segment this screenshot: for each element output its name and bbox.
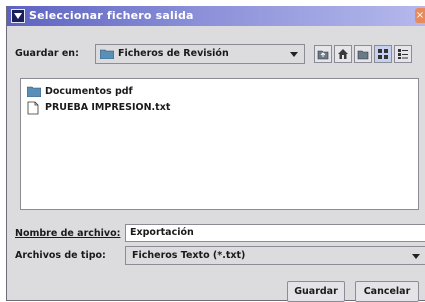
save-button[interactable]: Guardar bbox=[287, 281, 345, 302]
file-type-combo[interactable]: Ficheros Texto (*.txt) bbox=[125, 246, 425, 265]
file-name-label: Nombre de archivo: bbox=[15, 228, 120, 239]
up-folder-icon bbox=[317, 50, 329, 60]
file-icon bbox=[27, 101, 39, 115]
folder-icon bbox=[100, 49, 114, 59]
cancel-button[interactable]: Cancelar bbox=[355, 281, 419, 302]
close-icon: × bbox=[415, 10, 425, 21]
window-title: Seleccionar fichero salida bbox=[29, 9, 194, 22]
up-folder-button[interactable] bbox=[314, 45, 332, 63]
list-item-label: Documentos pdf bbox=[45, 86, 133, 97]
home-icon bbox=[338, 49, 348, 59]
close-button[interactable]: × bbox=[415, 8, 425, 23]
file-name-field[interactable]: Exportación bbox=[125, 224, 425, 242]
chevron-down-icon bbox=[412, 254, 420, 259]
look-in-combo[interactable]: Ficheros de Revisión bbox=[95, 44, 305, 64]
home-button[interactable] bbox=[334, 45, 352, 63]
new-folder-icon bbox=[357, 50, 369, 60]
folder-icon bbox=[27, 86, 41, 97]
app-icon bbox=[11, 9, 25, 23]
list-item-label: PRUEBA IMPRESION.txt bbox=[45, 102, 171, 113]
details-view-icon bbox=[398, 49, 408, 59]
list-view-icon bbox=[378, 49, 388, 59]
chevron-down-icon bbox=[290, 52, 298, 57]
file-name-label-text: Nombre de archivo: bbox=[15, 228, 121, 239]
list-view-button[interactable] bbox=[374, 45, 392, 63]
file-list[interactable]: Documentos pdf PRUEBA IMPRESION.txt bbox=[20, 78, 419, 210]
file-dialog-window: Seleccionar fichero salida × Guardar en:… bbox=[6, 6, 425, 302]
file-type-label: Archivos de tipo: bbox=[15, 250, 106, 261]
new-folder-button[interactable] bbox=[354, 45, 372, 63]
file-type-value: Ficheros Texto (*.txt) bbox=[132, 250, 246, 261]
look-in-label: Guardar en: bbox=[15, 48, 79, 59]
title-bar[interactable]: Seleccionar fichero salida × bbox=[7, 6, 425, 26]
details-view-button[interactable] bbox=[394, 45, 412, 63]
look-in-value: Ficheros de Revisión bbox=[118, 48, 229, 59]
